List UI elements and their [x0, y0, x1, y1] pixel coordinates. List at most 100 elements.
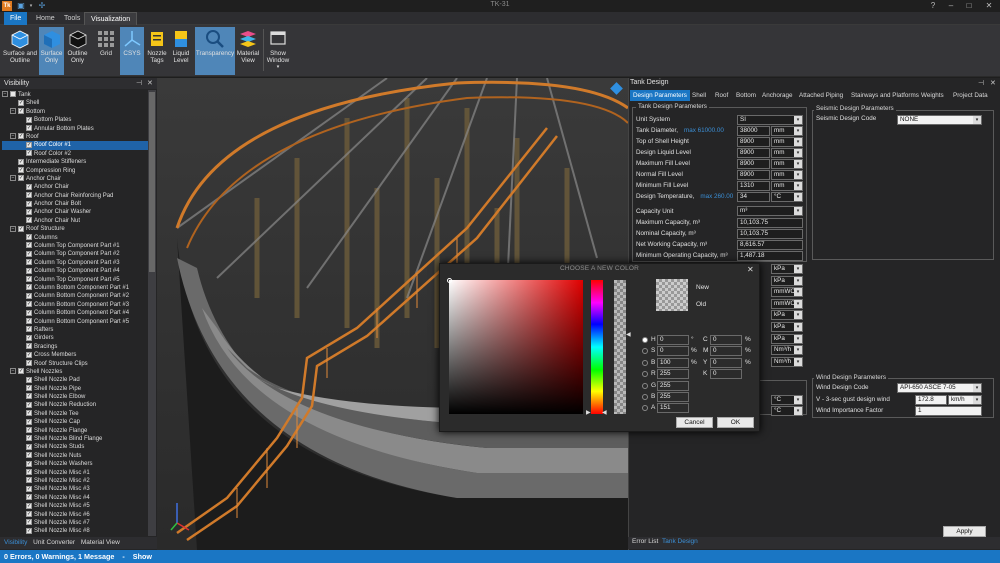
checkbox[interactable]: ✓	[26, 502, 32, 509]
tab-project-data[interactable]: Project Data	[950, 90, 991, 101]
cancel-button[interactable]: Cancel	[676, 417, 713, 428]
color-mode-radio[interactable]	[642, 359, 648, 366]
capacity-value[interactable]: 10,103.75	[737, 218, 803, 228]
tree-item[interactable]: ✓ Anchor Chair	[2, 183, 148, 191]
tab-weights[interactable]: Weights	[918, 90, 947, 101]
tree-item[interactable]: − ✓ Anchor Chair	[2, 175, 148, 183]
pin-icon[interactable]: ✢	[37, 1, 47, 11]
unit-select[interactable]: mm ▾	[771, 148, 803, 158]
quick-access-dropdown-icon[interactable]: ▾	[26, 1, 36, 11]
tab-stairways-and-platforms[interactable]: Stairways and Platforms	[848, 90, 922, 101]
liquid-level-button[interactable]: Liquid Level	[170, 27, 192, 75]
tree-item[interactable]: ✓ Shell Nozzle Flange	[2, 427, 148, 435]
tree-item[interactable]: ✓ Roof Color #1	[2, 141, 148, 150]
tree-item[interactable]: ✓ Shell	[2, 99, 148, 107]
tree-item[interactable]: ✓ Shell Nozzle Misc #5	[2, 502, 148, 510]
tree-item[interactable]: ✓ Column Top Component Part #4	[2, 267, 148, 275]
tab-material-view[interactable]: Material View	[77, 539, 120, 546]
tree-item[interactable]: ✓ Annular Bottom Plates	[2, 124, 148, 133]
tree-item[interactable]: ✓ Shell Nozzle Blind Flange	[2, 435, 148, 443]
tree-item[interactable]: ✓ Roof Structure Clips	[2, 359, 148, 368]
tab-anchorage[interactable]: Anchorage	[759, 90, 795, 101]
checkbox[interactable]: ✓	[26, 200, 32, 207]
tree-item[interactable]: ✓ Shell Nozzle Pad	[2, 376, 148, 384]
checkbox[interactable]: ✓	[26, 393, 32, 400]
tab-error-list[interactable]: Error List	[632, 538, 658, 545]
tree-item[interactable]: ✓ Column Top Component Part #2	[2, 250, 148, 258]
tree-item[interactable]: ✓ Shell Nozzle Misc #8	[2, 527, 148, 535]
tree-item[interactable]: ✓ Column Top Component Part #3	[2, 259, 148, 267]
tree-item[interactable]: ✓ Column Bottom Component Part #5	[2, 317, 148, 326]
expander-icon[interactable]: −	[10, 175, 16, 182]
checkbox[interactable]: ✓	[18, 368, 24, 375]
expander-icon[interactable]: −	[10, 133, 16, 140]
param-input[interactable]: 8900	[737, 170, 770, 180]
color-field-input[interactable]: 255	[657, 369, 689, 380]
checkbox[interactable]: ✓	[26, 351, 32, 358]
capacity-unit-select[interactable]: m³ ▾	[737, 206, 803, 216]
wind-speed-unit-select[interactable]: km/h ▾	[948, 395, 982, 405]
param-input[interactable]: 8900	[737, 137, 770, 147]
checkbox[interactable]: ✓	[26, 418, 32, 425]
unit-select[interactable]: kPa ▾	[771, 264, 803, 274]
checkbox[interactable]: ✓	[26, 124, 32, 131]
close-icon[interactable]: ✕	[984, 1, 994, 11]
pin-icon[interactable]: ⊣	[136, 79, 142, 87]
unit-select[interactable]: kPa ▾	[771, 275, 803, 286]
status-show-link[interactable]: Show	[133, 552, 152, 561]
checkbox[interactable]: ✓	[26, 427, 32, 434]
checkbox[interactable]: ✓	[18, 175, 24, 182]
tree-item[interactable]: ✓ Shell Nozzle Nuts	[2, 452, 148, 460]
unit-select[interactable]: Nm³/h ▾	[771, 345, 803, 356]
checkbox[interactable]: ✓	[26, 267, 32, 274]
cmyk-field-input[interactable]: 0	[710, 335, 742, 345]
unit-select[interactable]: kPa ▾	[771, 333, 803, 344]
checkbox[interactable]: ✓	[18, 166, 24, 173]
nozzle-tags-button[interactable]: Nozzle Tags	[146, 27, 168, 75]
tree-item[interactable]: ✓ Intermediate Stiffeners	[2, 158, 148, 166]
capacity-value[interactable]: 1,487.18	[737, 251, 803, 261]
transparency-button[interactable]: Transparency	[195, 27, 235, 75]
tree-item[interactable]: ✓ Shell Nozzle Washers	[2, 460, 148, 468]
tab-attached-piping[interactable]: Attached Piping	[796, 90, 846, 101]
tab-visibility[interactable]: Visibility	[0, 539, 27, 546]
tree-item[interactable]: ✓ Shell Nozzle Misc #2	[2, 477, 148, 485]
status-message[interactable]: 0 Errors, 0 Warnings, 1 Message	[4, 552, 114, 561]
checkbox[interactable]: ✓	[26, 410, 32, 417]
unit-select[interactable]: mmWC ▾	[771, 287, 803, 298]
minimize-icon[interactable]: –	[946, 1, 956, 11]
checkbox[interactable]: ✓	[26, 527, 32, 534]
material-view-button[interactable]: Material View	[236, 27, 260, 75]
tab-home[interactable]: Home	[30, 12, 61, 25]
checkbox[interactable]: ✓	[26, 192, 32, 199]
tab-bottom[interactable]: Bottom	[733, 90, 759, 101]
checkbox[interactable]: ✓	[26, 334, 32, 341]
checkbox[interactable]: ✓	[26, 183, 32, 190]
checkbox[interactable]: ✓	[26, 208, 32, 215]
cmyk-field-input[interactable]: 0	[710, 369, 742, 380]
tree-item[interactable]: ✓ Column Bottom Component Part #1	[2, 284, 148, 292]
tree-item[interactable]: ✓ Shell Nozzle Misc #3	[2, 485, 148, 493]
checkbox[interactable]: ✓	[26, 292, 32, 299]
color-mode-radio[interactable]	[642, 394, 648, 400]
tab-tank-design[interactable]: Tank Design	[662, 538, 698, 545]
tree-item[interactable]: ✓ Shell Nozzle Reduction	[2, 401, 148, 409]
checkbox[interactable]: ✓	[26, 150, 32, 157]
tree-item[interactable]: ✓ Column Bottom Component Part #3	[2, 301, 148, 309]
color-field-input[interactable]: 255	[657, 380, 689, 391]
checkbox[interactable]: ✓	[26, 343, 32, 350]
expander-icon[interactable]: −	[10, 225, 16, 232]
checkbox[interactable]: ✓	[26, 510, 32, 517]
tree-item[interactable]: ✓ Column Top Component Part #1	[2, 242, 148, 250]
checkbox[interactable]: ✓	[26, 284, 32, 291]
wind-speed-input[interactable]: 172.8	[915, 395, 947, 405]
tree-item[interactable]: ✓ Anchor Chair Washer	[2, 208, 148, 216]
tree-item[interactable]: ✓ Girders	[2, 334, 148, 342]
checkbox[interactable]: ✓	[26, 385, 32, 392]
unit-select[interactable]: mm ▾	[771, 170, 803, 180]
color-field-input[interactable]: 151	[657, 403, 689, 414]
tree-item[interactable]: ✓ Shell Nozzle Misc #4	[2, 494, 148, 502]
tree-item[interactable]: ✓ Shell Nozzle Pipe	[2, 385, 148, 393]
tree-item[interactable]: ✓ Column Bottom Component Part #4	[2, 309, 148, 317]
checkbox[interactable]: ✓	[26, 401, 32, 408]
